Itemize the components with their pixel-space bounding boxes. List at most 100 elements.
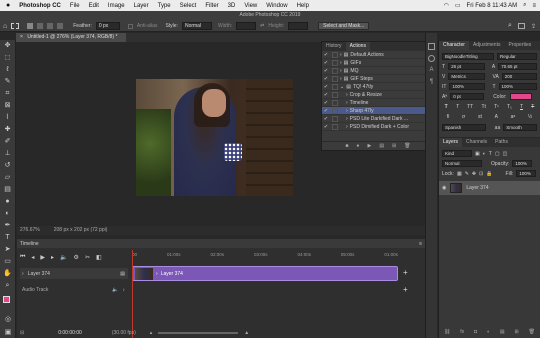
new-layer-icon[interactable]: ⊞ <box>515 329 519 335</box>
timeline-zoom-slider[interactable] <box>158 331 239 334</box>
prev-frame-icon[interactable]: ◂ <box>31 254 34 261</box>
spotlight-icon[interactable]: ⌕ <box>523 2 526 9</box>
fill-input[interactable]: 100% <box>516 170 537 177</box>
new-group-icon[interactable]: ▤ <box>500 329 505 335</box>
menu-3d[interactable]: 3D <box>228 3 236 9</box>
dialog-toggle[interactable] <box>332 67 338 74</box>
timeline-ruler[interactable]: 00 01:00s 02:00s 03:00s 04:00s 05:00s 01… <box>132 250 398 258</box>
subtract-selection-icon[interactable] <box>47 23 54 29</box>
home-icon[interactable]: ⌂ <box>3 23 7 30</box>
chevron-right-icon[interactable]: › <box>22 271 24 277</box>
blend-mode-select[interactable]: Normal <box>442 160 482 167</box>
check-icon[interactable]: ✔ <box>322 123 330 131</box>
hand-tool-icon[interactable]: ✋ <box>3 269 13 279</box>
strikethrough-icon[interactable]: T <box>531 104 534 110</box>
history-panel-icon[interactable] <box>428 43 435 50</box>
settings-icon[interactable]: ⚙ <box>74 254 79 261</box>
link-layers-icon[interactable]: ⛓ <box>444 329 450 335</box>
quick-select-tool-icon[interactable]: ✎ <box>3 77 13 87</box>
feather-input[interactable]: 0 px <box>95 22 120 30</box>
add-media-button[interactable]: + <box>403 268 408 277</box>
transition-icon[interactable]: ◧ <box>96 254 102 261</box>
opacity-input[interactable]: 100% <box>512 160 533 167</box>
dodge-tool-icon[interactable]: ◐ <box>3 209 13 219</box>
layer-row[interactable]: ◉ Layer 374 <box>439 181 540 195</box>
style-select[interactable]: Normal <box>181 22 212 30</box>
paragraph-panel-icon[interactable]: ¶ <box>428 79 435 86</box>
check-icon[interactable]: ✔ <box>322 83 330 91</box>
check-icon[interactable]: ✔ <box>322 91 330 99</box>
add-selection-icon[interactable] <box>37 23 44 29</box>
tab-character[interactable]: Character <box>439 41 469 50</box>
timecode[interactable]: 0:00:00:00 <box>58 330 82 336</box>
swash-icon[interactable]: st <box>478 114 482 120</box>
language-select[interactable]: Spanish <box>442 124 486 131</box>
share-icon[interactable]: ⇪ <box>531 23 536 30</box>
filter-smart-icon[interactable]: ◫ <box>503 151 508 157</box>
panel-menu-icon[interactable]: ≡ <box>419 241 425 247</box>
pen-tool-icon[interactable]: ✒ <box>3 221 13 231</box>
delete-layer-icon[interactable]: 🗑 <box>529 329 535 335</box>
document-tab[interactable]: × Untitled-1 @ 276% (Layer 374, RGB/8) * <box>16 33 126 42</box>
antialias-checkbox[interactable] <box>127 23 133 29</box>
dialog-toggle[interactable] <box>332 107 338 114</box>
layer-filter-select[interactable]: Kind <box>442 150 472 157</box>
menu-help[interactable]: Help <box>297 3 309 9</box>
font-family-select[interactable]: BigNoodleTitling <box>442 53 494 60</box>
filter-shape-icon[interactable]: ▢ <box>495 151 500 157</box>
search-icon[interactable]: ⌕ <box>508 22 512 30</box>
eraser-tool-icon[interactable]: ▱ <box>3 173 13 183</box>
lock-image-icon[interactable]: ✎ <box>465 171 469 177</box>
check-icon[interactable]: ✔ <box>322 99 330 107</box>
dialog-toggle[interactable] <box>332 83 338 90</box>
list-item[interactable]: ✔ › ▤ Default Actions <box>322 51 434 59</box>
clone-stamp-icon[interactable]: ⊥ <box>3 149 13 159</box>
dialog-toggle[interactable] <box>332 51 338 58</box>
music-note-icon[interactable]: ♪ <box>123 287 129 293</box>
wifi-icon[interactable]: ◠ <box>444 2 449 9</box>
split-icon[interactable]: ✂ <box>85 254 90 261</box>
dialog-toggle[interactable] <box>332 99 338 106</box>
trash-icon[interactable]: 🗑 <box>404 143 410 149</box>
next-frame-icon[interactable]: ▸ <box>51 254 54 261</box>
first-frame-icon[interactable]: ⏮ <box>20 254 25 261</box>
audio-track-header[interactable]: Audio Track 🔈 ♪ <box>20 285 128 294</box>
canvas-image[interactable] <box>136 79 293 196</box>
video-clip[interactable]: › Layer 374 <box>132 266 398 281</box>
move-tool-icon[interactable]: ✥ <box>3 41 13 51</box>
mute-icon[interactable]: 🔈 <box>112 287 118 293</box>
lock-transparent-icon[interactable]: ▦ <box>457 171 462 177</box>
play-icon[interactable]: ▶ <box>40 254 45 261</box>
screen-mode-icon[interactable]: ▣ <box>3 328 13 338</box>
underline-icon[interactable]: T <box>520 104 523 110</box>
new-selection-icon[interactable] <box>27 23 34 29</box>
list-item[interactable]: ✔ › Crop & Resize <box>322 91 434 99</box>
titling-icon[interactable]: A <box>495 114 498 120</box>
menubar-clock[interactable]: Fri Feb 8 11:43 AM <box>467 3 518 9</box>
list-item[interactable]: ✔ › Timeline <box>322 99 434 107</box>
brush-tool-icon[interactable]: ✐ <box>3 137 13 147</box>
subscript-icon[interactable]: T₁ <box>507 104 512 110</box>
dialog-toggle[interactable] <box>332 75 338 82</box>
baseline-shift-input[interactable]: 0 pt <box>450 93 485 100</box>
font-style-select[interactable]: Regular <box>497 53 537 60</box>
filter-pixel-icon[interactable]: ▣ <box>475 151 480 157</box>
zoom-in-icon[interactable]: ▲ <box>244 330 249 336</box>
menu-window[interactable]: Window <box>266 3 287 9</box>
oldstyle-icon[interactable]: ơ <box>462 114 465 120</box>
swap-icon[interactable]: ⇄ <box>260 23 264 29</box>
dialog-toggle[interactable] <box>332 59 338 66</box>
font-size-input[interactable]: 26 pt <box>448 63 485 70</box>
gradient-tool-icon[interactable]: ▤ <box>3 185 13 195</box>
dialog-toggle[interactable] <box>332 123 338 130</box>
list-item[interactable]: ✔ › ▤ GIFs <box>322 59 434 67</box>
fraction-icon[interactable]: ½ <box>528 114 532 120</box>
horizontal-scale-input[interactable]: 100% <box>498 83 537 90</box>
type-tool-icon[interactable]: T <box>3 233 13 243</box>
new-set-icon[interactable]: ▤ <box>379 143 384 149</box>
app-menu[interactable]: Photoshop CC <box>19 3 61 9</box>
superscript-icon[interactable]: T¹ <box>494 104 499 110</box>
marquee-tool-icon[interactable]: ⬚ <box>3 53 13 63</box>
battery-icon[interactable]: ▭ <box>455 2 461 9</box>
faux-italic-icon[interactable]: T <box>456 104 459 110</box>
